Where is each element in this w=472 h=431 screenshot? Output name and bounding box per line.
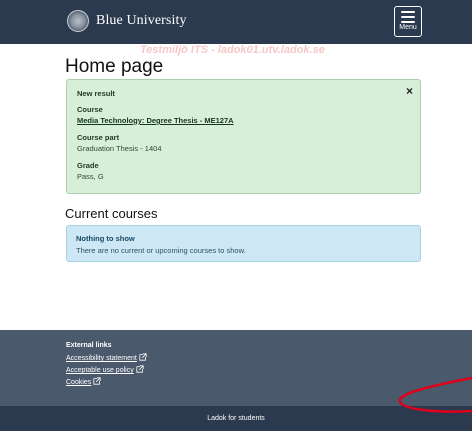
- menu-label: Menu: [399, 24, 417, 31]
- menu-button[interactable]: Menu: [394, 6, 422, 37]
- cookies-link[interactable]: Cookies: [66, 377, 101, 386]
- external-links-heading: External links: [66, 342, 112, 349]
- current-courses-heading: Current courses: [65, 206, 158, 221]
- external-link-icon: [93, 377, 101, 385]
- course-label: Course: [77, 105, 103, 114]
- alert-heading: New result: [77, 89, 115, 98]
- notice-text: There are no current or upcoming courses…: [76, 246, 246, 255]
- brand-name[interactable]: Blue University: [96, 13, 187, 29]
- course-part-value: Graduation Thesis - 1404: [77, 144, 162, 153]
- page-title: Home page: [65, 56, 164, 77]
- acceptable-use-policy-link[interactable]: Acceptable use policy: [66, 365, 144, 374]
- page: Blue University Menu Testmiljö ITS - lad…: [0, 0, 472, 431]
- accessibility-statement-link[interactable]: Accessibility statement: [66, 353, 147, 362]
- notice-title: Nothing to show: [76, 234, 135, 243]
- hamburger-icon: [401, 11, 415, 23]
- bottom-bar: Ladok for students: [0, 406, 472, 431]
- link-label: Cookies: [66, 379, 92, 386]
- top-navbar: Blue University Menu: [0, 0, 472, 44]
- external-link-icon: [139, 353, 147, 361]
- course-link[interactable]: Media Technology: Degree Thesis - ME127A: [77, 116, 234, 125]
- bottom-bar-text: Ladok for students: [207, 415, 265, 422]
- close-icon[interactable]: ×: [406, 84, 413, 98]
- external-link-icon: [136, 365, 144, 373]
- grade-value: Pass, G: [77, 172, 104, 181]
- footer: External links Accessibility statement A…: [0, 330, 472, 406]
- environment-watermark: Testmiljö ITS - ladok01.utv.ladok.se: [140, 44, 325, 56]
- grade-label: Grade: [77, 161, 99, 170]
- no-courses-notice: Nothing to show There are no current or …: [66, 225, 421, 262]
- link-label: Acceptable use policy: [66, 367, 134, 374]
- new-result-alert: × New result Course Media Technology: De…: [66, 79, 421, 194]
- course-part-label: Course part: [77, 133, 120, 142]
- university-seal-logo[interactable]: [67, 10, 89, 32]
- link-label: Accessibility statement: [66, 355, 137, 362]
